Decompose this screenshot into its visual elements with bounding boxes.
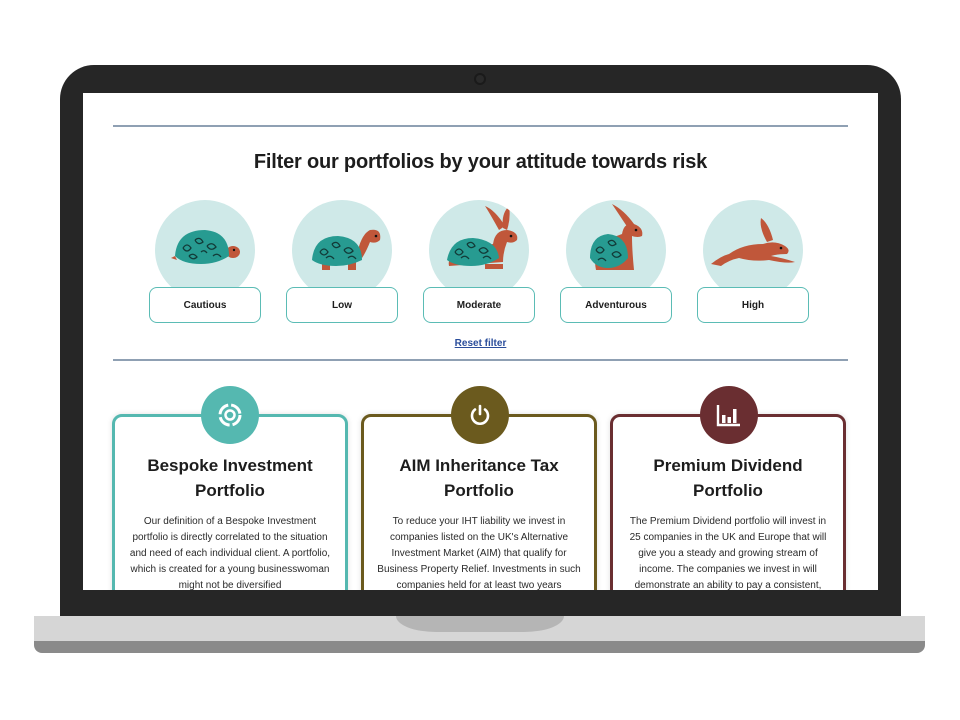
risk-option-moderate[interactable]: Moderate bbox=[423, 200, 535, 325]
risk-option-adventurous[interactable]: Adventurous bbox=[560, 200, 672, 325]
risk-option-low[interactable]: Low bbox=[286, 200, 398, 325]
risk-option-high[interactable]: High bbox=[697, 200, 809, 325]
card-title: Premium Dividend Portfolio bbox=[653, 456, 803, 500]
risk-button-low[interactable]: Low bbox=[286, 287, 398, 323]
divider-top bbox=[113, 125, 848, 127]
card-description: The Premium Dividend portfolio will inve… bbox=[629, 516, 827, 590]
reset-filter-link[interactable]: Reset filter bbox=[83, 338, 878, 349]
card-description: Our definition of a Bespoke Investment p… bbox=[129, 516, 331, 590]
tortoise-walking-icon bbox=[292, 200, 392, 300]
tortoise-hare-icon bbox=[429, 200, 529, 300]
card-description: To reduce your IHT liability we invest i… bbox=[377, 516, 581, 590]
risk-filter-row: Cautious Low Moderate Adventurous High bbox=[149, 200, 814, 325]
risk-button-high[interactable]: High bbox=[697, 287, 809, 323]
bar-chart-icon bbox=[700, 386, 758, 444]
divider-middle bbox=[113, 359, 848, 361]
webcam-icon bbox=[474, 73, 486, 85]
power-icon bbox=[451, 386, 509, 444]
laptop-notch bbox=[396, 616, 564, 632]
risk-button-moderate[interactable]: Moderate bbox=[423, 287, 535, 323]
tortoise-icon bbox=[155, 200, 255, 300]
card-title: AIM Inheritance Tax Portfolio bbox=[399, 456, 559, 500]
circular-chart-icon bbox=[201, 386, 259, 444]
filter-title: Filter our portfolios by your attitude t… bbox=[253, 151, 708, 173]
hare-shell-icon bbox=[566, 200, 666, 300]
card-title: Bespoke Investment Portfolio bbox=[147, 456, 313, 500]
laptop-base-edge bbox=[34, 641, 925, 653]
risk-button-cautious[interactable]: Cautious bbox=[149, 287, 261, 323]
risk-option-cautious[interactable]: Cautious bbox=[149, 200, 261, 325]
screen: Filter our portfolios by your attitude t… bbox=[83, 93, 878, 590]
hare-running-icon bbox=[703, 200, 803, 300]
risk-button-adventurous[interactable]: Adventurous bbox=[560, 287, 672, 323]
